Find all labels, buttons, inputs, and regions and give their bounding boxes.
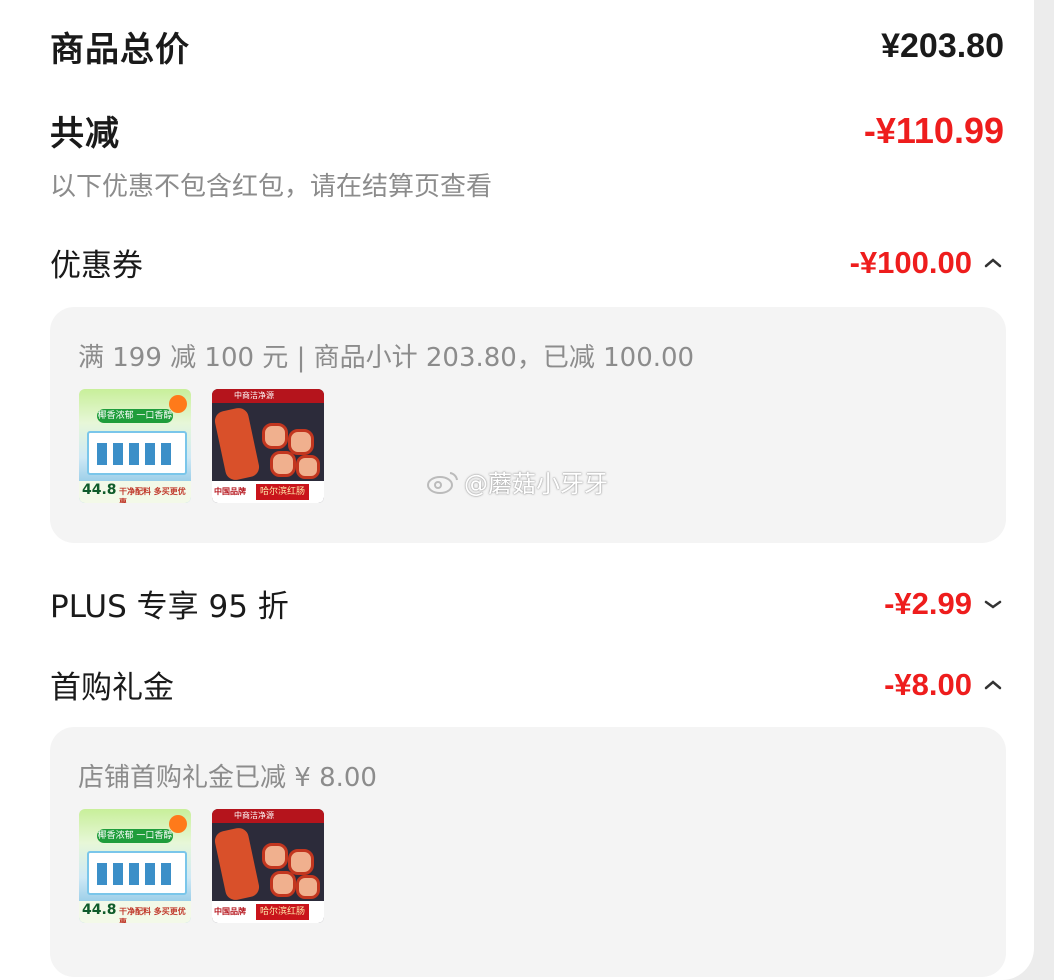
product-price-badge: 44.8 — [82, 902, 117, 918]
product-box-image — [87, 851, 187, 895]
product-thumb-coconut-milk[interactable]: 椰香浓郁 一口香醇 44.8 干净配料 多买更优惠 — [79, 389, 191, 503]
chevron-down-icon[interactable] — [982, 593, 1004, 615]
product-footer: 中国品牌 哈尔滨红肠 — [212, 481, 324, 503]
product-box-image — [87, 431, 187, 475]
plus-amount: -¥2.99 — [884, 586, 1004, 622]
product-tag: 中国品牌 — [214, 487, 246, 496]
watermark-text: @蘑菇小牙牙 — [464, 470, 608, 498]
product-footer-text: 哈尔滨红肠 — [256, 904, 310, 920]
product-banner-text: 中商洁净源 — [234, 811, 274, 820]
product-footer-text: 哈尔滨红肠 — [256, 484, 310, 500]
plus-discount-label: PLUS 专享 95 折 — [50, 589, 289, 625]
coupon-detail-panel: 满 199 减 100 元 | 商品小计 203.80，已减 100.00 椰香… — [50, 307, 1006, 543]
product-headline: 椰香浓郁 一口香醇 — [97, 829, 173, 843]
coupon-value: -¥100.00 — [849, 244, 972, 280]
first-buy-value: -¥8.00 — [884, 666, 972, 702]
plus-discount-row[interactable]: PLUS 专享 95 折 -¥2.99 — [50, 581, 1004, 626]
first-buy-row[interactable]: 首购礼金 -¥8.00 — [50, 662, 1004, 707]
total-reduce-value: -¥110.99 — [863, 109, 1004, 151]
coupon-amount: -¥100.00 — [850, 245, 1004, 281]
reduce-note: 以下优惠不包含红包，请在结算页查看 — [50, 172, 493, 202]
product-footer: 中国品牌 哈尔滨红肠 — [212, 901, 324, 923]
weibo-watermark: @蘑菇小牙牙 — [426, 464, 608, 499]
coupon-row[interactable]: 优惠券 -¥100.00 — [50, 240, 1004, 285]
coupon-label: 优惠券 — [50, 248, 143, 284]
product-banner-text: 中商洁净源 — [234, 391, 274, 400]
product-footer: 44.8 干净配料 多买更优惠 — [79, 901, 191, 923]
chevron-up-icon[interactable] — [982, 252, 1004, 274]
total-price-value: ¥203.80 — [881, 27, 1004, 65]
sausage-image — [213, 406, 261, 482]
product-thumb-sausage[interactable]: 中商洁净源 中国品牌 哈尔滨红肠 — [212, 389, 324, 503]
product-banner: 中商洁净源 — [212, 389, 324, 403]
product-tag: 中国品牌 — [214, 907, 246, 916]
product-headline: 椰香浓郁 一口香醇 — [97, 409, 173, 423]
product-footer: 44.8 干净配料 多买更优惠 — [79, 481, 191, 503]
coupon-detail-text: 满 199 减 100 元 | 商品小计 203.80，已减 100.00 — [78, 343, 695, 373]
promo-burst-icon — [169, 815, 187, 833]
first-buy-label: 首购礼金 — [50, 670, 174, 706]
total-price-row: 商品总价 ¥203.80 — [50, 22, 1004, 71]
plus-discount-value: -¥2.99 — [884, 585, 972, 621]
first-buy-amount: -¥8.00 — [884, 667, 1004, 703]
chevron-up-icon[interactable] — [982, 674, 1004, 696]
first-buy-detail-panel: 店铺首购礼金已减 ¥ 8.00 椰香浓郁 一口香醇 44.8 干净配料 多买更优… — [50, 727, 1006, 977]
total-reduce-label: 共减 — [50, 114, 120, 154]
product-banner: 中商洁净源 — [212, 809, 324, 823]
product-footer-text: 干净配料 多买更优惠 — [119, 487, 186, 503]
product-price-badge: 44.8 — [82, 482, 117, 498]
product-thumb-coconut-milk[interactable]: 椰香浓郁 一口香醇 44.8 干净配料 多买更优惠 — [79, 809, 191, 923]
sausage-image — [213, 826, 261, 902]
first-buy-detail-text: 店铺首购礼金已减 ¥ 8.00 — [78, 763, 377, 793]
total-price-label: 商品总价 — [50, 30, 190, 70]
product-thumb-sausage[interactable]: 中商洁净源 中国品牌 哈尔滨红肠 — [212, 809, 324, 923]
promo-burst-icon — [169, 395, 187, 413]
product-footer-text: 干净配料 多买更优惠 — [119, 907, 186, 923]
total-reduce-row: 共减 -¥110.99 — [50, 106, 1004, 155]
weibo-logo-icon — [427, 471, 458, 494]
